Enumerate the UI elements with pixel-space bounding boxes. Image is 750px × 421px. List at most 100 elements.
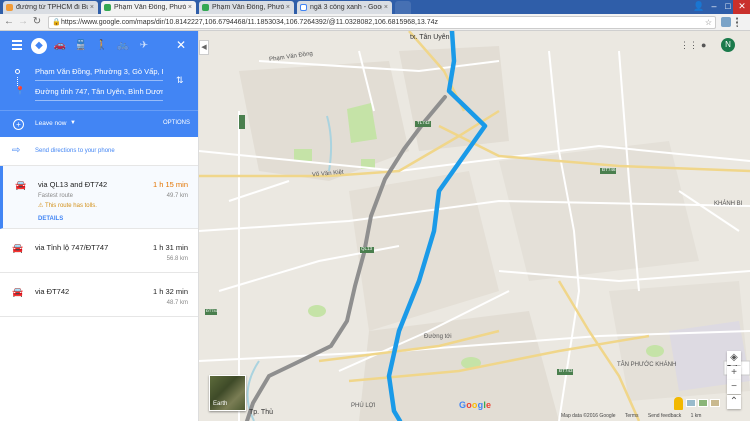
route-details-link[interactable]: DETAILS	[38, 216, 63, 222]
new-tab-button[interactable]	[395, 1, 411, 14]
scale-bar[interactable]: 1 km	[691, 413, 702, 419]
zoom-out-button[interactable]: −	[727, 380, 741, 394]
route-distance: 48.7 km	[166, 300, 188, 306]
zoom-in-button[interactable]: +	[727, 366, 741, 380]
route-option-1[interactable]: 🚘 via QL13 and ĐT742 1 h 15 min Fastest …	[0, 166, 198, 229]
expand-icon[interactable]: ⌃	[727, 395, 741, 409]
browser-tab-2[interactable]: Phạm Văn Đồng, Phườn... ×	[101, 1, 196, 14]
tab-close-icon[interactable]: ×	[384, 4, 388, 11]
destination-pin-icon: 📍	[15, 86, 25, 95]
forward-icon[interactable]: →	[17, 16, 29, 28]
car-icon: 🚘	[15, 180, 27, 190]
reload-icon[interactable]: ↻	[31, 16, 43, 28]
maps-favicon-icon	[104, 4, 111, 11]
map-label: TÂN PHƯỚC KHÁNH	[617, 362, 677, 368]
flight-mode-icon[interactable]: ✈	[137, 39, 151, 53]
route-time: 1 h 15 min	[152, 180, 188, 189]
map-label: Đường tới	[424, 334, 452, 340]
collapse-panel-icon[interactable]: ◀	[199, 40, 209, 55]
menu-icon[interactable]	[12, 40, 22, 52]
tab-close-icon[interactable]: ×	[90, 4, 94, 11]
close-directions-icon[interactable]: ✕	[176, 38, 186, 52]
menu-icon[interactable]	[736, 17, 740, 27]
back-icon[interactable]: ←	[3, 16, 15, 28]
route-via: via ĐT742	[35, 287, 70, 296]
add-destination-icon[interactable]: +	[13, 119, 24, 130]
route-distance: 49.7 km	[166, 193, 188, 199]
tab-close-icon[interactable]: ×	[188, 4, 192, 11]
toll-warning-text: This route has tolls.	[44, 203, 97, 209]
terms-link[interactable]: Terms	[625, 413, 639, 419]
close-window-icon[interactable]: ✕	[733, 0, 750, 14]
account-avatar[interactable]: N	[721, 38, 735, 52]
swap-waypoints-icon[interactable]: ⇅	[176, 75, 184, 86]
street-view-pegman-icon[interactable]	[674, 397, 683, 410]
toll-warning: ⚠ This route has tolls.	[38, 203, 97, 209]
directions-panel: ◆ 🚗 🚆 🚶 🚲 ✈ ✕ 📍 Phạm Văn Đồng, Phường 3,…	[0, 31, 199, 421]
page-favicon-icon	[6, 4, 13, 11]
directions-header: ◆ 🚗 🚆 🚶 🚲 ✈ ✕ 📍 Phạm Văn Đồng, Phường 3,…	[0, 31, 198, 137]
car-mode-icon[interactable]: 🚗	[53, 39, 67, 53]
browser-tab-1[interactable]: đường từ TPHCM đi Bư... ×	[3, 1, 98, 14]
best-travel-mode-icon[interactable]: ◆	[31, 38, 47, 54]
map-footer: Map data ©2016 Google Terms Send feedbac…	[561, 413, 709, 419]
leave-time-row: + Leave now ▼ OPTIONS	[0, 110, 198, 137]
browser-tab-3[interactable]: Phạm Văn Đồng, Phườn... ×	[199, 1, 294, 14]
map-label: KHÁNH BI	[714, 201, 743, 207]
map-label: tx. Tân Uyên	[410, 34, 450, 41]
notifications-icon[interactable]: ●	[701, 40, 706, 50]
road-shield: QL13	[361, 246, 373, 251]
imagery-thumb[interactable]	[686, 399, 696, 407]
map-data-attribution: Map data ©2016 Google	[561, 413, 616, 419]
walking-mode-icon[interactable]: 🚶	[95, 39, 109, 53]
send-feedback-link[interactable]: Send feedback	[648, 413, 681, 419]
tab-title: Phạm Văn Đồng, Phườn...	[212, 4, 284, 11]
route-via: via Tỉnh lộ 747/ĐT747	[35, 243, 109, 252]
route-option-3[interactable]: 🚘 via ĐT742 1 h 32 min 48.7 km	[0, 273, 198, 317]
transit-mode-icon[interactable]: 🚆	[74, 39, 88, 53]
earth-toggle[interactable]: Earth	[209, 375, 246, 411]
bookmark-star-icon[interactable]: ☆	[705, 17, 712, 28]
destination-input[interactable]: Đường tỉnh 747, Tân Uyên, Bình Dương,	[35, 87, 163, 101]
earth-label: Earth	[213, 401, 228, 407]
origin-dot-icon	[15, 69, 20, 74]
url-text: https://www.google.com/maps/dir/10.81422…	[61, 19, 438, 26]
car-icon: 🚘	[12, 243, 24, 253]
browser-toolbar: ← → ↻ 🔒 https://www.google.com/maps/dir/…	[0, 14, 750, 31]
imagery-thumb[interactable]	[710, 399, 720, 407]
map-canvas[interactable]: tx. Tân Uyên Phạm Văn Đồng KHÁNH BI TÂN …	[199, 31, 750, 421]
options-button[interactable]: OPTIONS	[163, 120, 190, 126]
map-label: Tp. Thủ	[249, 409, 273, 416]
tab-close-icon[interactable]: ×	[286, 4, 290, 11]
route-option-2[interactable]: 🚘 via Tỉnh lộ 747/ĐT747 1 h 31 min 56.8 …	[0, 229, 198, 273]
leave-now-dropdown[interactable]: Leave now	[35, 120, 66, 127]
route-via: via QL13 and ĐT742	[38, 180, 108, 189]
road-shield: ĐT746	[602, 167, 616, 172]
route-time: 1 h 32 min	[152, 287, 188, 296]
road-shield: ĐT743	[559, 368, 573, 373]
road-shield: TL742	[417, 120, 430, 125]
lock-icon: 🔒	[52, 19, 61, 26]
waypoint-connector	[17, 77, 18, 86]
apps-grid-icon[interactable]: ⋮⋮	[680, 40, 698, 51]
tab-title: ngã 3 cổng xanh - Goog...	[310, 4, 382, 11]
browser-tab-strip: đường từ TPHCM đi Bư... × Phạm Văn Đồng,…	[0, 0, 750, 14]
route-note: Fastest route	[38, 193, 74, 199]
extension-icon[interactable]	[721, 17, 731, 27]
compass-icon[interactable]: ◈	[727, 351, 741, 365]
maps-favicon-icon	[202, 4, 209, 11]
dropdown-arrow-icon[interactable]: ▼	[70, 120, 76, 126]
send-to-phone-link[interactable]: Send directions to your phone	[35, 148, 115, 154]
browser-tab-4[interactable]: ngã 3 cổng xanh - Goog... ×	[297, 1, 392, 14]
google-favicon-icon	[300, 4, 307, 11]
imagery-thumb[interactable]	[698, 399, 708, 407]
tab-title: Phạm Văn Đồng, Phườn...	[114, 4, 186, 11]
address-bar[interactable]: 🔒 https://www.google.com/maps/dir/10.814…	[48, 16, 716, 29]
route-time: 1 h 31 min	[152, 243, 188, 252]
google-logo: Google	[459, 400, 492, 410]
send-to-phone-row[interactable]: ⇨ Send directions to your phone	[0, 137, 198, 166]
car-icon: 🚘	[12, 287, 24, 297]
cycling-mode-icon[interactable]: 🚲	[116, 39, 130, 53]
tab-title: đường từ TPHCM đi Bư...	[16, 4, 88, 11]
origin-input[interactable]: Phạm Văn Đồng, Phường 3, Gò Vấp, Hồ	[35, 67, 163, 81]
